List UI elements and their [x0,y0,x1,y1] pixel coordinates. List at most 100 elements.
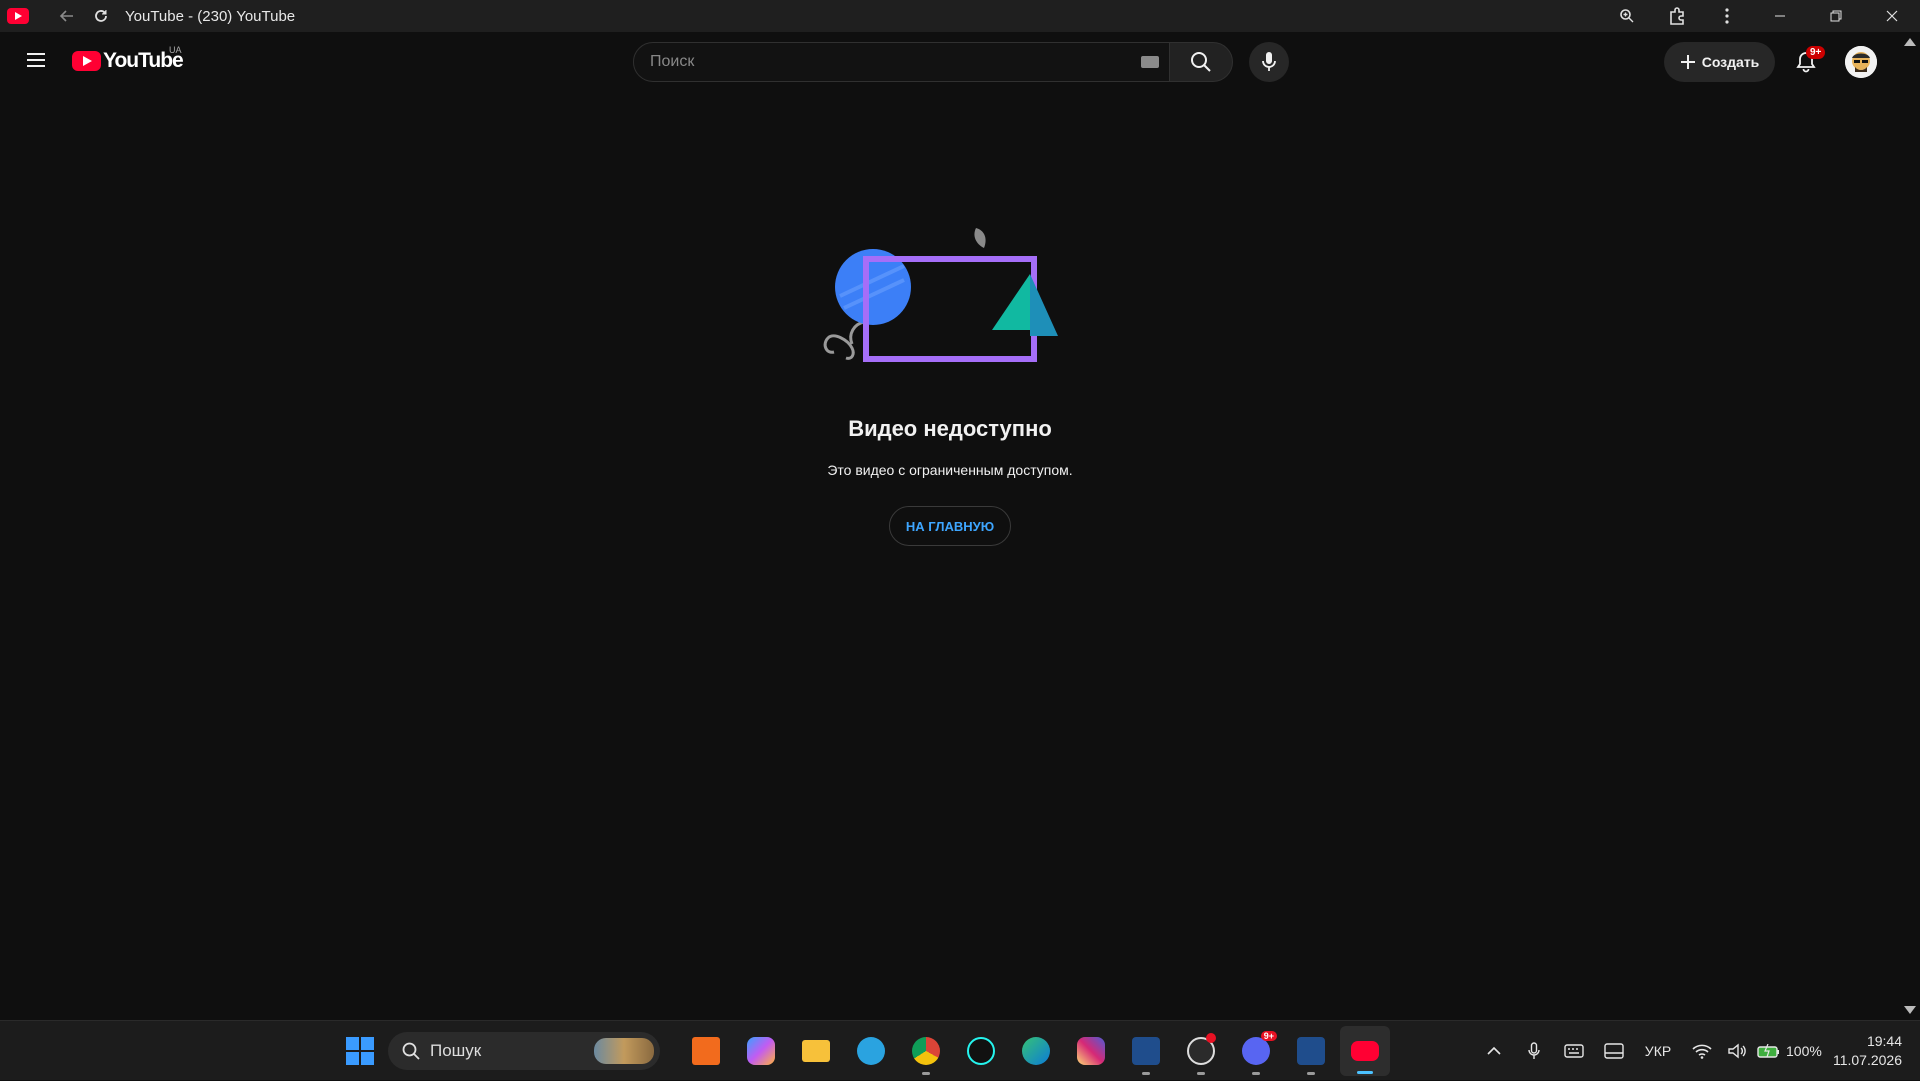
running-indicator [1307,1072,1315,1075]
discord-badge: 9+ [1260,1031,1277,1041]
start-button[interactable] [338,1029,382,1073]
azure-studio-icon [1131,1037,1160,1065]
plus-icon [1680,55,1695,69]
zoom-icon [1620,9,1634,23]
puzzle-icon [1670,7,1684,25]
monitor-icon [1604,1043,1624,1059]
taskbar-app-discord[interactable]: 9+ [1228,1021,1283,1081]
chevron-up-icon [1487,1046,1501,1055]
mic-tray-button[interactable] [1514,1042,1554,1060]
scroll-up-arrow-icon[interactable] [1904,38,1916,46]
telegram-icon [856,1037,885,1065]
notification-badge: 9+ [1806,46,1826,59]
taskbar-search-label: Пошук [430,1041,482,1060]
running-indicator [1142,1072,1150,1075]
running-indicator [1357,1071,1373,1074]
microphone-icon [1262,52,1276,71]
tiktok-icon [966,1037,995,1065]
keyboard-icon [1564,1044,1584,1058]
input-language[interactable]: УКР [1634,1043,1682,1059]
search-input[interactable] [650,53,1110,71]
hamburger-icon-line [27,59,45,61]
avatar-image [1845,46,1877,78]
more-menu-button[interactable] [1702,0,1752,32]
create-button[interactable]: Создать [1664,42,1775,82]
voice-search-button[interactable] [1249,42,1289,82]
country-code: UA [169,45,182,55]
taskbar-app-edge[interactable] [1008,1021,1063,1081]
restore-icon [1830,10,1842,22]
minimize-icon [1775,15,1785,17]
avatar[interactable] [1845,46,1877,78]
keyboard-icon[interactable] [1141,56,1159,68]
browser-titlebar: YouTube - (230) YouTube [0,0,1920,32]
taskbar-app-file-explorer[interactable] [788,1021,843,1081]
instagram-icon [1076,1037,1105,1065]
taskbar-app-azure-studio-2[interactable] [1283,1021,1338,1081]
taskbar-app-obs-studio[interactable] [1173,1021,1228,1081]
chrome-icon [911,1037,940,1065]
clock[interactable]: 19:44 11.07.2026 [1828,1032,1920,1070]
taskbar-app-chrome[interactable] [898,1021,953,1081]
folder-icon [801,1040,830,1062]
touch-keyboard-button[interactable] [1554,1044,1594,1058]
battery-button[interactable] [1752,1044,1786,1058]
running-indicator [1197,1072,1205,1075]
taskbar-app-youtube[interactable] [1340,1026,1390,1076]
taskbar-app-reader[interactable] [678,1021,733,1081]
error-title: Видео недоступно [848,416,1052,441]
guide-menu-button[interactable] [16,40,56,80]
notifications-button[interactable]: 9+ [1786,42,1826,82]
go-home-button[interactable]: НА ГЛАВНУЮ [889,506,1011,546]
microphone-icon [1528,1042,1540,1059]
taskbar-search[interactable]: Пошук [388,1032,660,1070]
page-scrollbar[interactable] [1900,32,1920,1020]
discord-icon [1241,1037,1270,1065]
youtube-favicon-icon [7,8,29,24]
taskbar-app-instagram[interactable] [1063,1021,1118,1081]
volume-button[interactable] [1722,1043,1752,1059]
recording-dot-icon [1206,1033,1216,1043]
search-highlight-image [594,1038,654,1064]
restore-button[interactable] [1808,0,1864,32]
wifi-button[interactable] [1682,1043,1722,1059]
clock-time: 19:44 [1866,1033,1902,1049]
arrow-left-icon [59,10,73,22]
create-label: Создать [1701,54,1760,70]
taskbar-app-azure-studio[interactable] [1118,1021,1173,1081]
windows-taskbar: Пошук 9+ УКР 100% 19:44 11.07.2026 [0,1020,1920,1080]
search-icon [1191,52,1211,72]
show-hidden-icons-button[interactable] [1474,1046,1514,1056]
clock-date: 11.07.2026 [1832,1052,1902,1068]
search-box[interactable] [633,42,1170,82]
youtube-app-icon [1351,1041,1379,1061]
search-button[interactable] [1169,42,1233,82]
copilot-icon [746,1037,775,1065]
extensions-button[interactable] [1652,0,1702,32]
taskbar-app-copilot[interactable] [733,1021,788,1081]
youtube-logo[interactable]: YouTube UA [72,45,184,73]
reader-app-icon [691,1037,720,1065]
minimize-button[interactable] [1752,0,1808,32]
search-icon [402,1042,420,1060]
close-window-button[interactable] [1864,0,1920,32]
hamburger-icon-line [27,65,45,67]
taskbar-app-tiktok[interactable] [953,1021,1008,1081]
close-icon [1886,10,1898,22]
error-subtitle: Это видео с ограниченным доступом. [827,462,1073,478]
youtube-play-icon [72,51,101,71]
hamburger-icon-line [27,53,45,55]
reload-button[interactable] [81,0,121,32]
system-tray: УКР 100% 19:44 11.07.2026 [1474,1021,1920,1081]
zoom-button[interactable] [1602,0,1652,32]
wifi-icon [1692,1044,1712,1059]
taskbar-app-telegram[interactable] [843,1021,898,1081]
display-tray-button[interactable] [1594,1043,1634,1059]
speaker-icon [1728,1043,1746,1059]
unavailable-illustration [823,228,1058,362]
azure-studio-icon [1296,1037,1325,1065]
masthead: YouTube UA Создать 9+ [0,32,1900,88]
edge-icon [1021,1037,1050,1065]
window-title: YouTube - (230) YouTube [125,7,296,25]
scroll-down-arrow-icon[interactable] [1904,1006,1916,1014]
